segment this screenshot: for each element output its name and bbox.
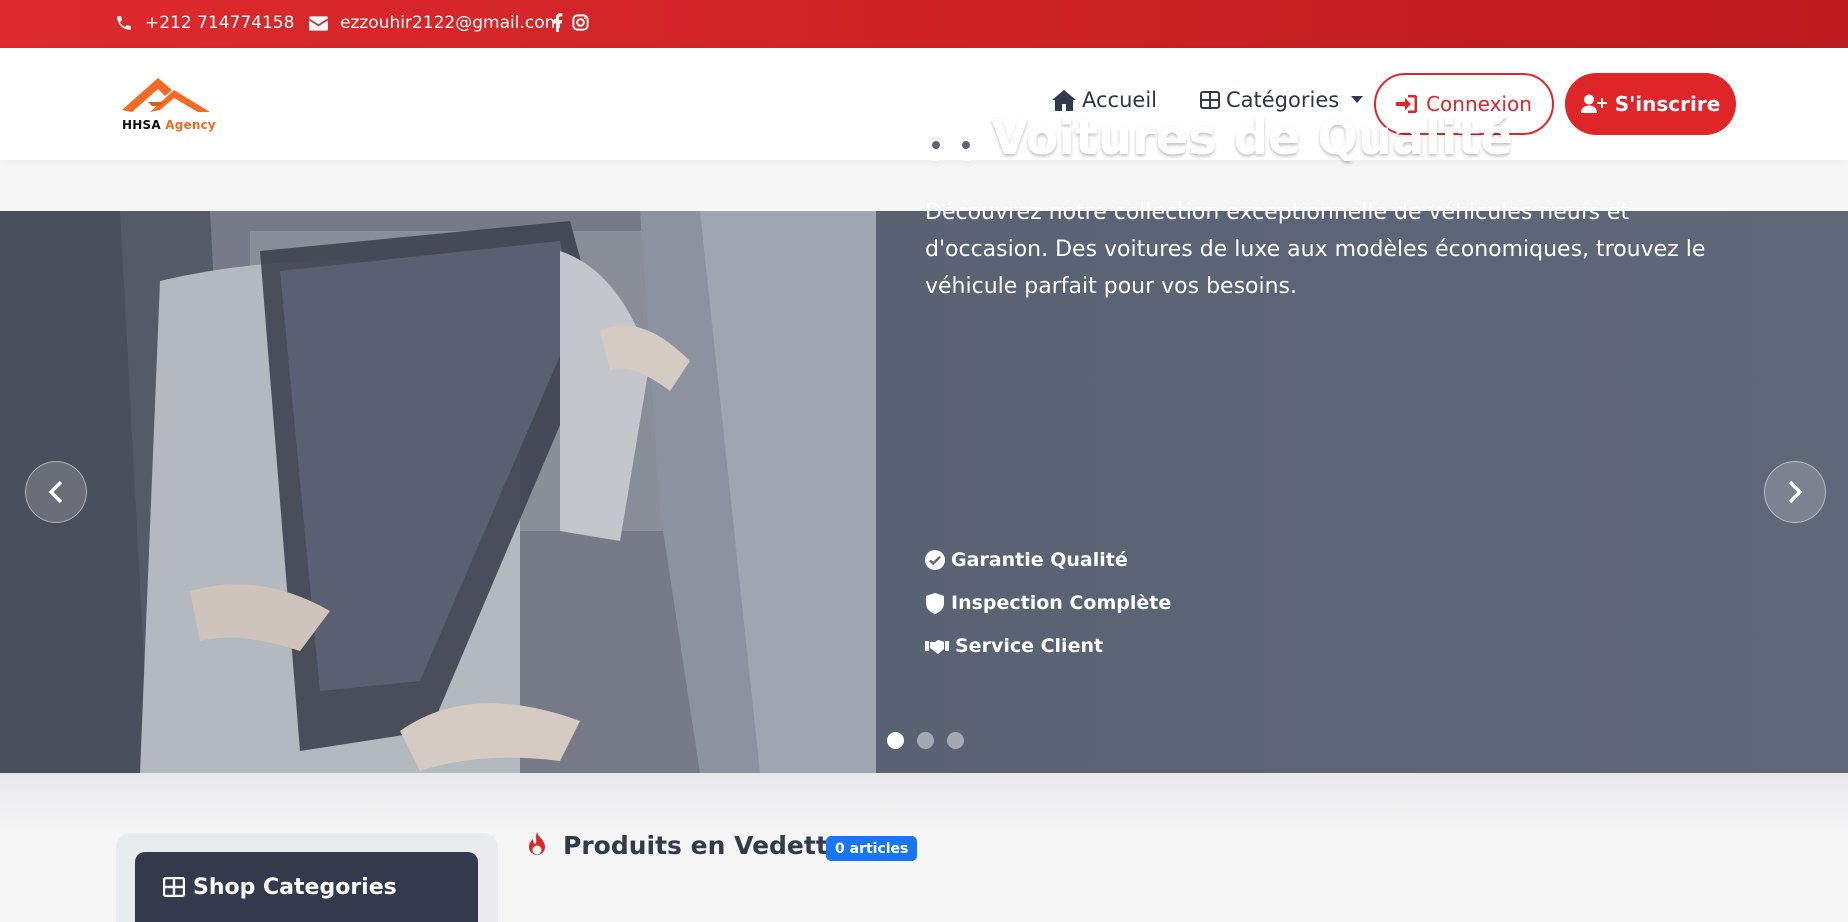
facebook-icon[interactable] [552,13,563,32]
car-icon [925,119,977,161]
phone-contact[interactable]: +212 714774158 [115,13,294,33]
logo-roof-icon [122,78,210,112]
carousel-indicator-3[interactable] [947,732,964,749]
feature-guarantee: Garantie Qualité [925,549,1128,571]
fire-icon [529,831,545,855]
featured-products-title: Produits en Vedette [563,831,845,860]
feature-service-label: Service Client [955,635,1104,657]
nav-home-label: Accueil [1082,88,1157,112]
featured-count-badge: 0 articles [826,836,918,861]
grid-icon [163,877,185,897]
phone-icon [117,16,131,30]
signup-label: S'inscrire [1614,92,1721,116]
shop-categories-title: Shop Categories [193,874,397,900]
carousel-next-button[interactable] [1764,461,1826,523]
feature-inspection: Inspection Complète [925,592,1171,614]
feature-inspection-label: Inspection Complète [951,592,1172,614]
hero-title: Voitures de Qualité [925,110,1513,166]
logo-agency: Agency [165,118,216,132]
check-circle-icon [925,550,945,570]
section-divider [0,773,1848,833]
handshake-icon [925,640,949,654]
shop-categories-header: Shop Categories [135,852,478,922]
signup-button[interactable]: S'inscrire [1565,73,1736,135]
email-address: ezzouhir2122@gmail.com [340,13,562,33]
contact-topbar: +212 714774158 ezzouhir2122@gmail.com [0,0,1848,48]
nav-categories-label: Catégories [1226,88,1340,112]
hero-title-text: Voitures de Qualité [991,110,1513,166]
logo-brand: HHSA [122,118,161,132]
carousel-indicator-2[interactable] [917,732,934,749]
shield-icon [926,592,944,614]
home-icon [1052,89,1076,111]
chevron-left-icon [48,480,63,504]
hero-description: Découvrez notre collection exceptionnell… [925,200,1706,299]
carousel-prev-button[interactable] [25,461,87,523]
instagram-icon[interactable] [571,13,590,32]
phone-number: +212 714774158 [145,13,295,33]
user-plus-icon [1580,94,1607,113]
chevron-right-icon [1788,480,1803,504]
nav-categories-dropdown[interactable]: Catégories [1200,88,1364,112]
envelope-icon [309,15,328,31]
featured-products-heading: Produits en Vedette [525,831,845,860]
feature-guarantee-label: Garantie Qualité [951,549,1128,571]
logo-wordmark: HHSA Agency [122,118,216,132]
social-links [552,13,590,32]
logo[interactable]: HHSA Agency [120,74,240,136]
hero-car-handover-image [0,211,876,773]
nav-home-link[interactable]: Accueil [1052,88,1157,112]
carousel-indicator-1[interactable] [887,732,904,749]
email-contact[interactable]: ezzouhir2122@gmail.com [309,13,561,33]
grid-icon [1200,91,1220,109]
feature-service: Service Client [925,635,1103,657]
caret-down-icon [1351,96,1364,103]
